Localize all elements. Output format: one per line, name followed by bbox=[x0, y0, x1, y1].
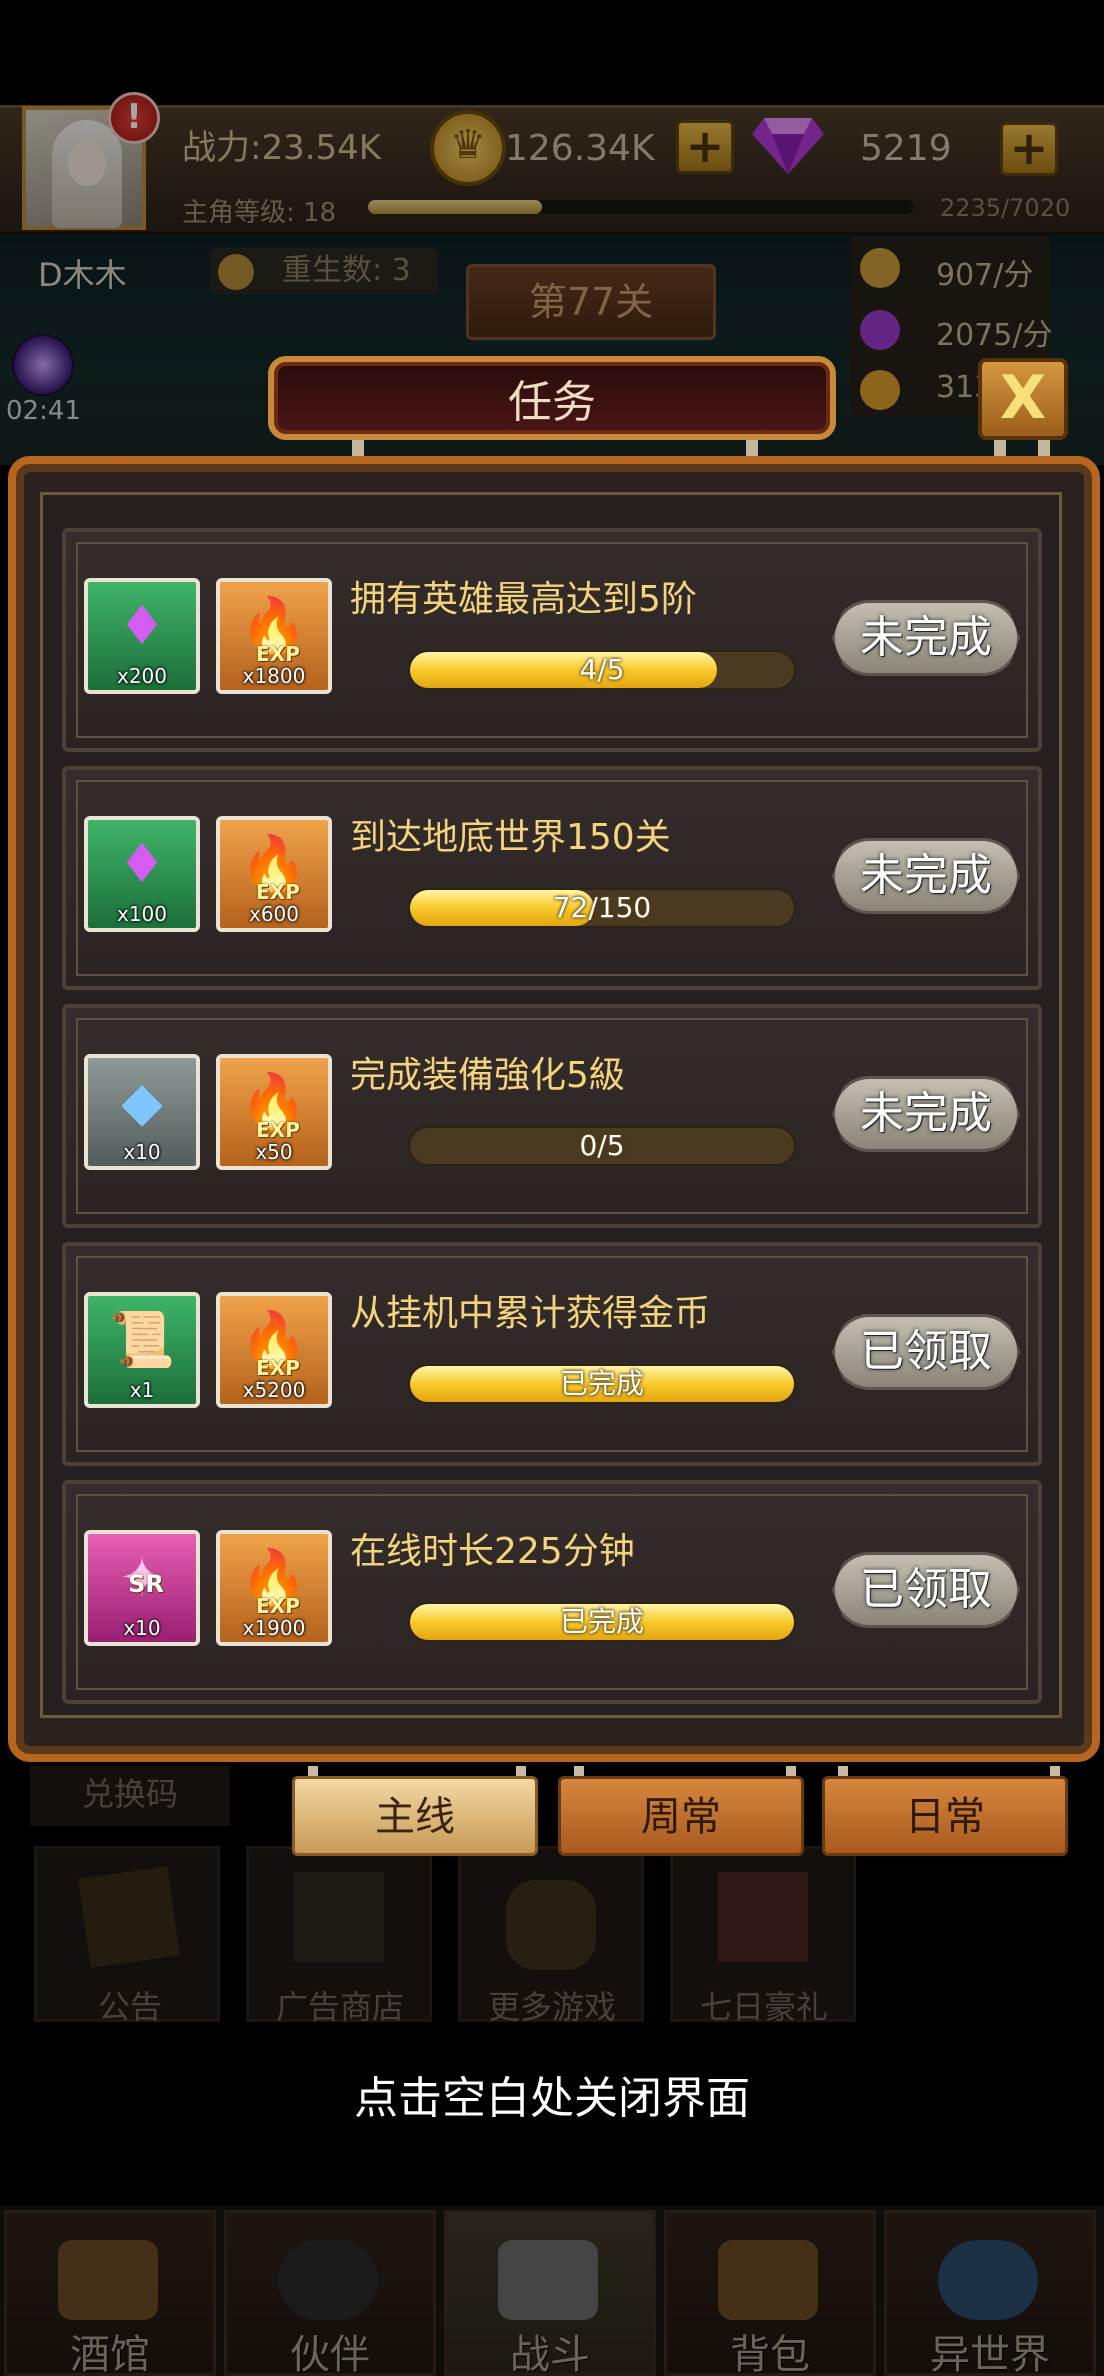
task-title: 在线时长225分钟 bbox=[350, 1531, 635, 1572]
exp-tag: EXP bbox=[256, 1594, 300, 1618]
task-status-button[interactable]: 已领取 bbox=[832, 1314, 1020, 1390]
task-progress-bar: 72/150 bbox=[408, 888, 796, 928]
reward-item[interactable]: 🔥 EXP x5200 bbox=[216, 1292, 332, 1408]
reward-quantity: x100 bbox=[116, 902, 167, 926]
task-progress-bar: 已完成 bbox=[408, 1364, 796, 1404]
reward-item[interactable]: ♦ x100 bbox=[84, 816, 200, 932]
task-title: 完成装備強化5級 bbox=[350, 1055, 625, 1096]
task-status-button[interactable]: 已领取 bbox=[832, 1552, 1020, 1628]
reward-quantity: x200 bbox=[116, 664, 167, 688]
reward-item[interactable]: ◆ x10 bbox=[84, 1054, 200, 1170]
reward-item[interactable]: 🔥 EXP x1900 bbox=[216, 1530, 332, 1646]
sr-tag: SR bbox=[128, 1570, 164, 1598]
reward-item[interactable]: 📜 x1 bbox=[84, 1292, 200, 1408]
task-progress-bar: 4/5 bbox=[408, 650, 796, 690]
task-title: 到达地底世界150关 bbox=[350, 817, 671, 858]
reward-quantity: x600 bbox=[248, 902, 299, 926]
task-status-button[interactable]: 未完成 bbox=[832, 838, 1020, 914]
task-title: 从挂机中累计获得金币 bbox=[350, 1293, 711, 1334]
scroll-icon: 📜 bbox=[108, 1308, 176, 1371]
task-title: 拥有英雄最高达到5阶 bbox=[350, 579, 697, 620]
task-progress-bar: 已完成 bbox=[408, 1602, 796, 1642]
task-progress-bar: 0/5 bbox=[408, 1126, 796, 1166]
task-progress-text: 72/150 bbox=[552, 891, 652, 924]
task-progress-text: 4/5 bbox=[579, 653, 625, 686]
tab-weekly[interactable]: 周常 bbox=[558, 1776, 804, 1856]
gem-icon: ♦ bbox=[117, 832, 167, 895]
close-button[interactable]: X bbox=[978, 358, 1068, 440]
reward-quantity: x1900 bbox=[242, 1616, 306, 1640]
exp-tag: EXP bbox=[256, 1118, 300, 1142]
tab-main-quest[interactable]: 主线 bbox=[292, 1776, 538, 1856]
task-progress-text: 已完成 bbox=[559, 1367, 644, 1400]
exp-tag: EXP bbox=[256, 880, 300, 904]
reward-quantity: x50 bbox=[255, 1140, 293, 1164]
reward-item[interactable]: 🔥 EXP x600 bbox=[216, 816, 332, 932]
exp-tag: EXP bbox=[256, 1356, 300, 1380]
reward-item[interactable]: ♦ x200 bbox=[84, 578, 200, 694]
tab-daily[interactable]: 日常 bbox=[822, 1776, 1068, 1856]
exp-tag: EXP bbox=[256, 642, 300, 666]
reward-item[interactable]: 🔥 EXP x1800 bbox=[216, 578, 332, 694]
crystal-icon: ◆ bbox=[121, 1070, 163, 1133]
dialog-title: 任务 bbox=[508, 377, 596, 428]
task-progress-text: 0/5 bbox=[579, 1129, 625, 1162]
reward-quantity: x1800 bbox=[242, 664, 306, 688]
reward-quantity: x10 bbox=[123, 1616, 161, 1640]
task-status-button[interactable]: 未完成 bbox=[832, 1076, 1020, 1152]
task-progress-text: 已完成 bbox=[559, 1605, 644, 1638]
close-hint: 点击空白处关闭界面 bbox=[354, 2073, 750, 2124]
reward-item[interactable]: 🔥 EXP x50 bbox=[216, 1054, 332, 1170]
reward-quantity: x5200 bbox=[242, 1378, 306, 1402]
gem-icon: ♦ bbox=[117, 594, 167, 657]
reward-quantity: x1 bbox=[129, 1378, 155, 1402]
reward-quantity: x10 bbox=[123, 1140, 161, 1164]
task-status-button[interactable]: 未完成 bbox=[832, 600, 1020, 676]
reward-item[interactable]: ✦ SR x10 bbox=[84, 1530, 200, 1646]
